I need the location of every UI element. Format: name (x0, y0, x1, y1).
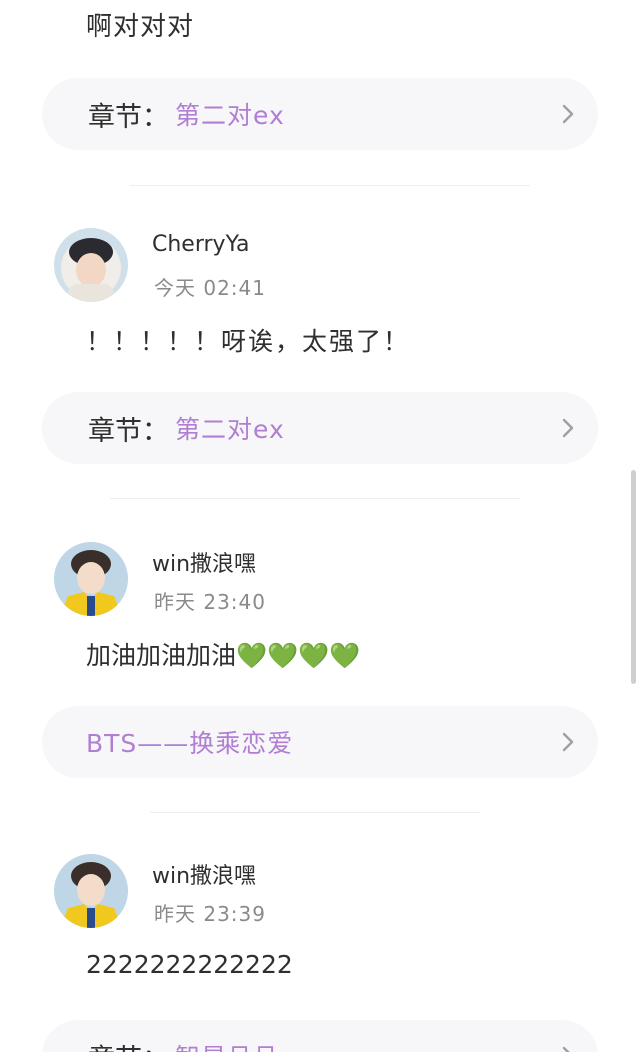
username[interactable]: CherryYa (152, 232, 249, 257)
chapter-link-card[interactable]: 章节： 第二对ex (42, 78, 598, 150)
chapter-label: 章节： (88, 101, 169, 133)
chapter-link-card[interactable]: 章节： 第二对ex (42, 392, 598, 464)
comment-text: 2222222222222 (86, 950, 293, 979)
chapter-value: 智星旦旦 (175, 1038, 279, 1052)
comment-text: 啊对对对 (86, 12, 195, 42)
chevron-right-icon (556, 416, 580, 440)
divider (110, 498, 520, 499)
chevron-right-icon (556, 730, 580, 754)
chevron-right-icon (556, 102, 580, 126)
username[interactable]: win撒浪嘿 (152, 858, 256, 890)
divider (130, 185, 530, 186)
chapter-value: 第二对ex (175, 101, 285, 130)
divider (150, 812, 480, 813)
avatar[interactable] (54, 228, 128, 302)
username[interactable]: win撒浪嘿 (152, 546, 256, 578)
timestamp: 昨天 23:40 (154, 590, 266, 614)
chapter-value: 第二对ex (175, 415, 285, 444)
avatar[interactable] (54, 854, 128, 928)
linked-work-title: BTS——换乘恋爱 (86, 729, 294, 758)
chevron-right-icon (556, 1044, 580, 1052)
timestamp: 昨天 23:39 (154, 902, 266, 926)
chapter-label: 章节： (88, 1037, 169, 1052)
timestamp: 今天 02:41 (154, 276, 266, 300)
comment-text: 加油加油加油💚💚💚💚 (86, 641, 361, 670)
chapter-link-card[interactable]: 章节： 智星旦旦 (42, 1020, 598, 1052)
comment-text: ！！！！！呀诶，太强了！ (86, 327, 411, 356)
chapter-label: 章节： (88, 415, 169, 447)
scrollbar[interactable] (631, 470, 636, 684)
avatar[interactable] (54, 542, 128, 616)
linked-work-card[interactable]: BTS——换乘恋爱 (42, 706, 598, 778)
